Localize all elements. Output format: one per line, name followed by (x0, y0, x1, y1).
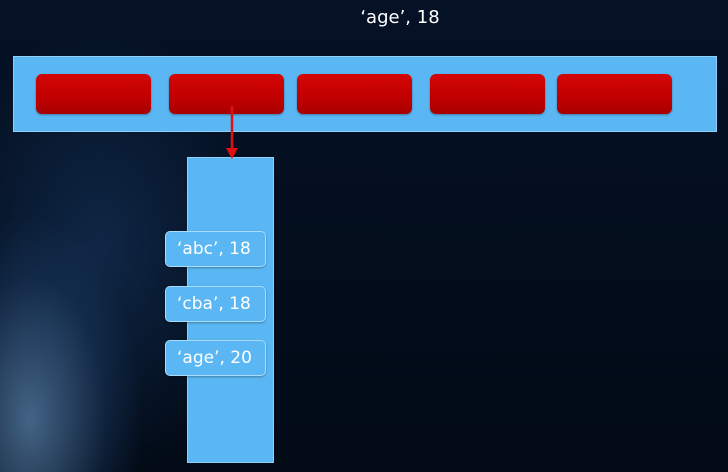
chain-entry: ‘cba’, 18 (165, 286, 266, 322)
bucket-3 (430, 74, 545, 114)
chain-entry: ‘age’, 20 (165, 340, 266, 376)
inserted-key-value-label: ‘age’, 18 (360, 7, 440, 28)
down-arrow-icon (226, 106, 238, 159)
bucket-4 (557, 74, 672, 114)
hash-table-diagram: ‘age’, 18 ‘abc’, 18 ‘cba’, 18 ‘age’, 20 (0, 0, 728, 472)
chain-entry: ‘abc’, 18 (165, 231, 266, 267)
bucket-2 (297, 74, 412, 114)
bucket-0 (36, 74, 151, 114)
